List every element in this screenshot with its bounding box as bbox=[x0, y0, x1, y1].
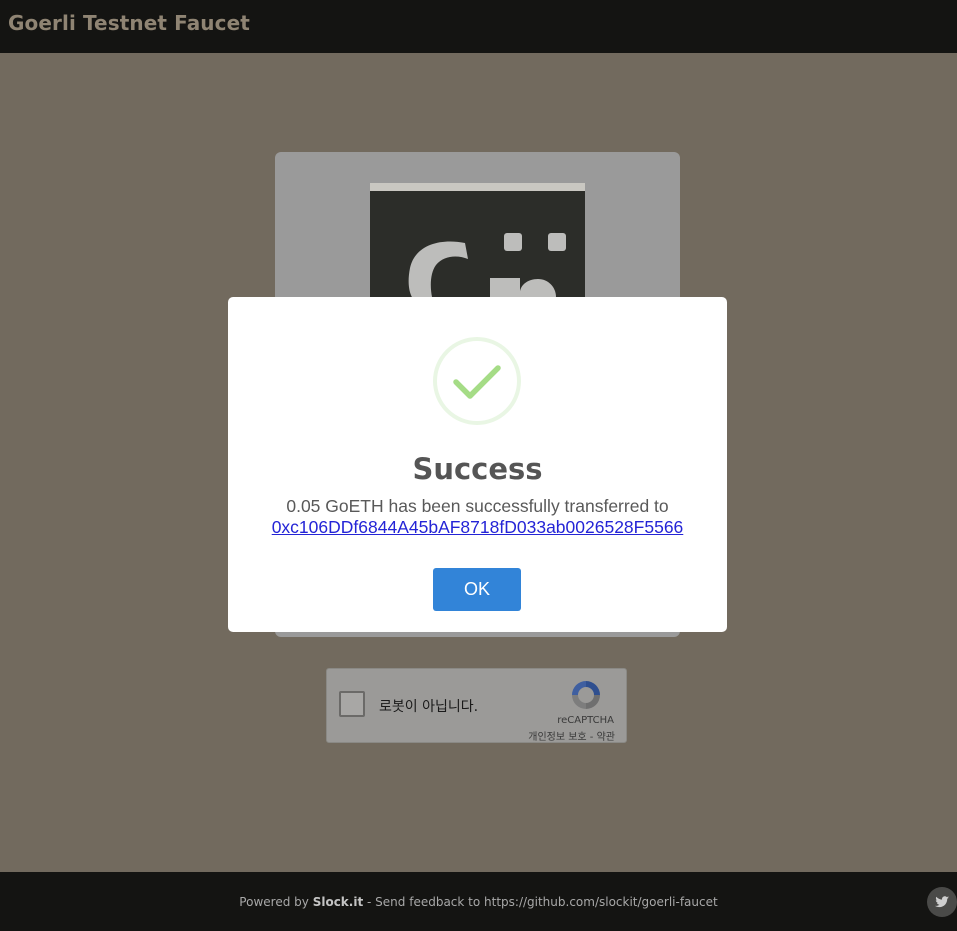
goerli-logo-image bbox=[370, 183, 585, 297]
recaptcha-logo-icon bbox=[572, 681, 600, 709]
goerli-logo-graphic bbox=[370, 183, 585, 297]
recipient-address-link[interactable]: 0xc106DDf6844A45bAF8718fD033ab0026528F55… bbox=[228, 517, 727, 538]
checkmark-icon bbox=[453, 365, 501, 399]
ok-button[interactable]: OK bbox=[433, 568, 521, 611]
footer: Powered by Slock.it - Send feedback to h… bbox=[0, 872, 957, 931]
dialog-message: 0.05 GoETH has been successfully transfe… bbox=[286, 496, 669, 516]
footer-text: Powered by Slock.it - Send feedback to h… bbox=[0, 895, 957, 909]
recaptcha-label: 로봇이 아닙니다. bbox=[379, 699, 479, 715]
footer-powered-prefix: Powered by bbox=[239, 895, 309, 909]
twitter-icon bbox=[935, 896, 949, 908]
success-circle bbox=[433, 337, 521, 425]
recaptcha-checkbox[interactable] bbox=[339, 691, 365, 717]
success-dialog: Success 0.05 GoETH has been successfully… bbox=[228, 297, 727, 632]
twitter-button[interactable] bbox=[927, 887, 957, 917]
footer-slockit-link[interactable]: Slock.it bbox=[313, 895, 364, 909]
recaptcha-widget: 로봇이 아닙니다. reCAPTCHA 개인정보 보호 - 약관 bbox=[326, 668, 627, 743]
footer-feedback-text[interactable]: - Send feedback to https://github.com/sl… bbox=[367, 895, 718, 909]
dialog-title: Success bbox=[412, 452, 543, 486]
app-title[interactable]: Goerli Testnet Faucet bbox=[8, 11, 250, 35]
recaptcha-brand: reCAPTCHA bbox=[557, 715, 614, 726]
recaptcha-privacy-terms-links[interactable]: 개인정보 보호 - 약관 bbox=[528, 728, 615, 743]
top-navbar: Goerli Testnet Faucet bbox=[0, 0, 957, 53]
